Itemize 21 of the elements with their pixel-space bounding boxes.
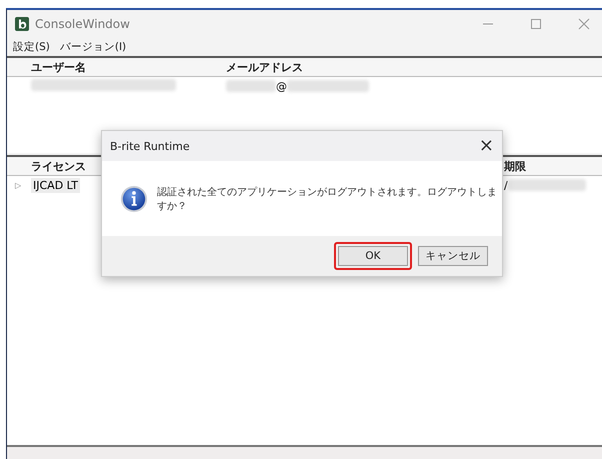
at-sign: @ — [276, 80, 287, 92]
license-name[interactable]: IJCAD LT — [31, 178, 80, 192]
close-button[interactable]: × — [478, 137, 494, 155]
dialog-button[interactable]: キャンセル — [418, 246, 488, 266]
menu-item[interactable]: 設定(S) — [13, 40, 50, 54]
dialog-title: B-rite Runtime — [110, 140, 190, 152]
close-icon[interactable] — [578, 18, 590, 30]
dialog-message: 認証された全てのアプリケーションがログアウトされます。ログアウトしますか？ — [156, 186, 498, 212]
column-header[interactable]: メールアドレス — [226, 60, 303, 74]
window-title: ConsoleWindow — [35, 17, 130, 31]
slash: / — [504, 178, 508, 192]
menu-item[interactable]: バージョン(I) — [60, 40, 126, 54]
column-header[interactable]: 期限 — [504, 158, 526, 174]
column-header[interactable]: ライセンス — [31, 158, 86, 174]
blurred-text — [226, 80, 276, 92]
info-icon — [120, 184, 148, 214]
dialog-button[interactable]: OK — [334, 242, 412, 270]
expand-arrow[interactable]: ▷ — [15, 180, 22, 190]
column-header[interactable]: ユーザー名 — [31, 60, 86, 74]
maximize-icon[interactable] — [530, 18, 542, 30]
app-logo-icon — [15, 17, 29, 31]
